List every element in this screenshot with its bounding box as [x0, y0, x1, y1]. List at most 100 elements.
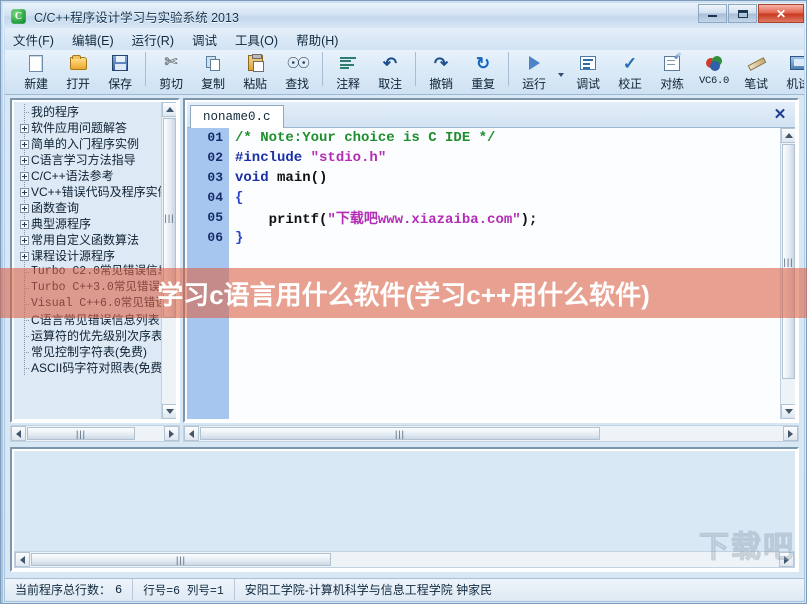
code-line: printf("下载吧www.xiazaiba.com"); [235, 210, 538, 228]
toolbar-button-undo[interactable]: ↷ 撤销 [420, 50, 462, 93]
tree-item[interactable]: 函数查询 [18, 200, 162, 216]
scroll-left-button[interactable] [15, 552, 30, 567]
scrollbar-thumb[interactable]: ||| [200, 427, 600, 440]
code-editor[interactable]: 01 02 03 04 05 06 /* Note:Your choice is… [187, 128, 795, 419]
library-tree[interactable]: 我的程序 软件应用问题解答 简单的入门程序实例 C语言学习方法指导 C/C++语… [14, 102, 162, 419]
editor-vertical-scrollbar[interactable]: ||| [780, 128, 795, 419]
toolbar-label: 保存 [108, 77, 132, 91]
tree-item[interactable]: 课程设计源程序 [18, 248, 162, 264]
scrollbar-thumb[interactable]: ||| [782, 144, 795, 379]
code-line: #include "stdio.h" [235, 150, 387, 166]
scrollbar-thumb[interactable]: ||| [27, 427, 135, 440]
grip-icon: ||| [164, 213, 175, 223]
toolbar-label: 打开 [66, 77, 90, 91]
tree-item[interactable]: ASCII码字符对照表(免费) [18, 360, 162, 376]
tab-close-button[interactable]: ✕ [772, 105, 788, 123]
tree-item[interactable]: 我的程序 [18, 104, 162, 120]
toolbar-label: 运行 [522, 77, 546, 91]
tree-item[interactable]: 常用自定义函数算法 [18, 232, 162, 248]
save-disk-icon [112, 52, 128, 74]
code-lines[interactable]: /* Note:Your choice is C IDE */ #include… [235, 128, 779, 419]
tree-item-label: 运算符的优先级别次序表 [31, 329, 162, 343]
scroll-left-button[interactable] [11, 426, 26, 441]
output-content[interactable]: ||| [14, 451, 795, 568]
menu-tools[interactable]: 工具(O) [235, 30, 278, 49]
toolbar-button-copy[interactable]: 复制 [192, 50, 234, 93]
scroll-down-button[interactable] [162, 404, 176, 419]
toolbar-button-new[interactable]: 新建 [15, 50, 57, 93]
toolbar-button-cut[interactable]: ✄ 剪切 [150, 50, 192, 93]
toolbar-button-open[interactable]: 打开 [57, 50, 99, 93]
monitor-icon [789, 52, 804, 74]
scroll-up-button[interactable] [781, 128, 795, 143]
toolbar-button-paste[interactable]: 粘贴 [234, 50, 276, 93]
tree-item[interactable]: C语言常见错误信息列表 [18, 312, 162, 328]
tree-item[interactable]: C/C++语法参考 [18, 168, 162, 184]
menu-edit[interactable]: 编辑(E) [72, 30, 114, 49]
editor-tab-noname0[interactable]: noname0.c [190, 105, 284, 128]
toolbar-button-vc6[interactable]: VC6.0 [693, 50, 735, 93]
scrollbar-thumb[interactable]: ||| [31, 553, 331, 566]
restore-button[interactable] [728, 4, 757, 23]
tree-item[interactable]: Turbo C++3.0常见错误信息 [18, 280, 162, 296]
line-number: 02 [207, 150, 223, 165]
scroll-left-button[interactable] [184, 426, 199, 441]
toolbar-button-comment[interactable]: 注释 [327, 50, 369, 93]
scroll-track[interactable]: ||| [26, 426, 164, 441]
toolbar-button-find[interactable]: ☉☉ 查找 [276, 50, 318, 93]
scroll-track[interactable]: ||| [30, 552, 779, 567]
tree-item[interactable]: C语言学习方法指导 [18, 152, 162, 168]
scroll-right-button[interactable] [779, 552, 794, 567]
copy-icon [205, 52, 221, 74]
debug-icon [580, 52, 596, 74]
scroll-down-button[interactable] [781, 404, 795, 419]
tree-item-label: 我的程序 [31, 105, 80, 119]
scrollbar-thumb[interactable]: ||| [163, 118, 176, 318]
minimize-button[interactable] [698, 4, 727, 23]
tree-item[interactable]: Visual C++6.0常见错误信息 [18, 296, 162, 312]
tree-item[interactable]: 简单的入门程序实例 [18, 136, 162, 152]
tree-vertical-scrollbar[interactable]: ||| [161, 102, 176, 419]
toolbar-label: 粘贴 [243, 77, 267, 91]
toolbar-button-save[interactable]: 保存 [99, 50, 141, 93]
toolbar-button-written-exam[interactable]: 笔试 [735, 50, 777, 93]
line-number: 04 [207, 190, 223, 205]
tree-item[interactable]: VC++错误代码及程序实例 [18, 184, 162, 200]
client-area: 我的程序 软件应用问题解答 简单的入门程序实例 C语言学习方法指导 C/C++语… [5, 95, 804, 601]
scroll-up-button[interactable] [162, 102, 176, 117]
app-icon-c: C [11, 8, 26, 24]
editor-horizontal-scrollbar[interactable]: ||| [183, 425, 799, 442]
restore-icon [737, 9, 748, 18]
toolbar-button-uncomment[interactable]: ↶ 取注 [369, 50, 411, 93]
chevron-down-icon [558, 72, 564, 77]
tree-item-label: Visual C++6.0常见错误信息 [31, 297, 162, 310]
menu-debug[interactable]: 调试 [192, 30, 217, 49]
line-number: 06 [207, 230, 223, 245]
toolbar-button-run[interactable]: 运行 [513, 50, 555, 93]
tree-item[interactable]: 软件应用问题解答 [18, 120, 162, 136]
run-dropdown-button[interactable] [555, 50, 567, 93]
menu-run[interactable]: 运行(R) [132, 30, 174, 49]
tree-item[interactable]: 常见控制字符表(免费) [18, 344, 162, 360]
toolbar-button-debug[interactable]: 调试 [567, 50, 609, 93]
tree-item[interactable]: Turbo C2.0常见错误信息 [18, 264, 162, 280]
menu-help[interactable]: 帮助(H) [296, 30, 338, 49]
arrow-right-icon [169, 429, 174, 438]
title-bar: C C/C++程序设计学习与实验系统 2013 ✕ [4, 4, 805, 28]
scroll-track[interactable]: ||| [199, 426, 783, 441]
scroll-right-button[interactable] [783, 426, 798, 441]
scroll-right-button[interactable] [164, 426, 179, 441]
tree-item[interactable]: 运算符的优先级别次序表 [18, 328, 162, 344]
output-horizontal-scrollbar[interactable]: ||| [14, 551, 795, 568]
tree-horizontal-scrollbar[interactable]: ||| [10, 425, 180, 442]
binoculars-icon: ☉☉ [286, 54, 311, 72]
toolbar-button-machine-exam[interactable]: 机试 [777, 50, 804, 93]
menu-file[interactable]: 文件(F) [13, 30, 54, 49]
toolbar-button-correct[interactable]: ✓ 校正 [609, 50, 651, 93]
close-button[interactable]: ✕ [758, 4, 804, 23]
toolbar-button-redo[interactable]: ↻ 重复 [462, 50, 504, 93]
toolbar-button-practice[interactable]: 对练 [651, 50, 693, 93]
tree-item-label: C语言常见错误信息列表 [31, 313, 160, 327]
toolbar-label: 笔试 [744, 77, 768, 91]
tree-item[interactable]: 典型源程序 [18, 216, 162, 232]
